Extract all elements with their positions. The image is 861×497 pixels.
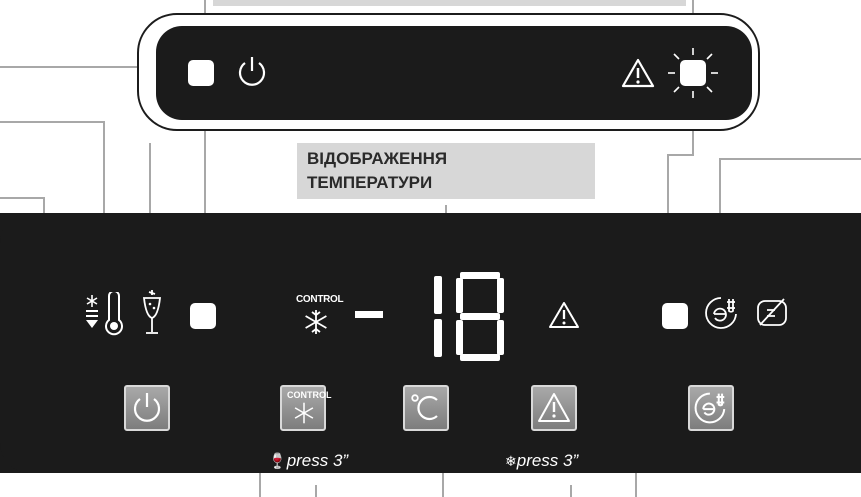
eco-led: [662, 303, 688, 329]
top-caption-box: [213, 0, 686, 6]
eco-icon: [705, 297, 737, 329]
freeze-control-caption-text: press 3”: [286, 451, 349, 470]
snowflake-icon: [294, 402, 314, 424]
freeze-control-caption: 🍷press 3”: [268, 451, 348, 471]
celsius-icon: [411, 394, 438, 421]
temperature-sign: [355, 311, 383, 318]
power-button[interactable]: [124, 385, 170, 431]
celsius-button[interactable]: [403, 385, 449, 431]
eco-icon: [694, 392, 726, 424]
power-icon: [133, 393, 161, 422]
bottle-chill-icon: [142, 290, 162, 334]
alarm-warning-icon: [549, 302, 579, 328]
bottle-chill-led: [190, 303, 216, 329]
control-text: CONTROL: [296, 294, 344, 305]
temperature-digits: [434, 272, 504, 361]
alarm-button[interactable]: [531, 385, 577, 431]
alarm-caption: ❄press 3”: [505, 451, 578, 471]
alarm-caption-text: press 3”: [516, 451, 579, 470]
temperature-label-line2: ТЕМПЕРАТУРИ: [307, 173, 433, 192]
freeze-control-button[interactable]: CONTROL: [280, 385, 332, 431]
eco-button[interactable]: [688, 385, 734, 431]
temperature-display-label: ВІДОБРАЖЕННЯ ТЕМПЕРАТУРИ: [297, 143, 595, 199]
power-led: [188, 60, 214, 86]
power-icon: [238, 57, 266, 86]
bottle-chill-icon: 🍷: [268, 453, 287, 470]
warning-icon: [621, 58, 655, 88]
eco-off-icon: [757, 298, 787, 326]
temperature-label-line1: ВІДОБРАЖЕННЯ: [307, 149, 448, 168]
control-text: CONTROL: [287, 390, 332, 400]
warning-icon: [538, 393, 570, 422]
alarm-led-blink-icon: [668, 48, 718, 98]
fast-cool-icon: [86, 292, 123, 336]
snowflake-icon: [305, 310, 327, 334]
fast-cool-icon: ❄: [505, 453, 517, 469]
